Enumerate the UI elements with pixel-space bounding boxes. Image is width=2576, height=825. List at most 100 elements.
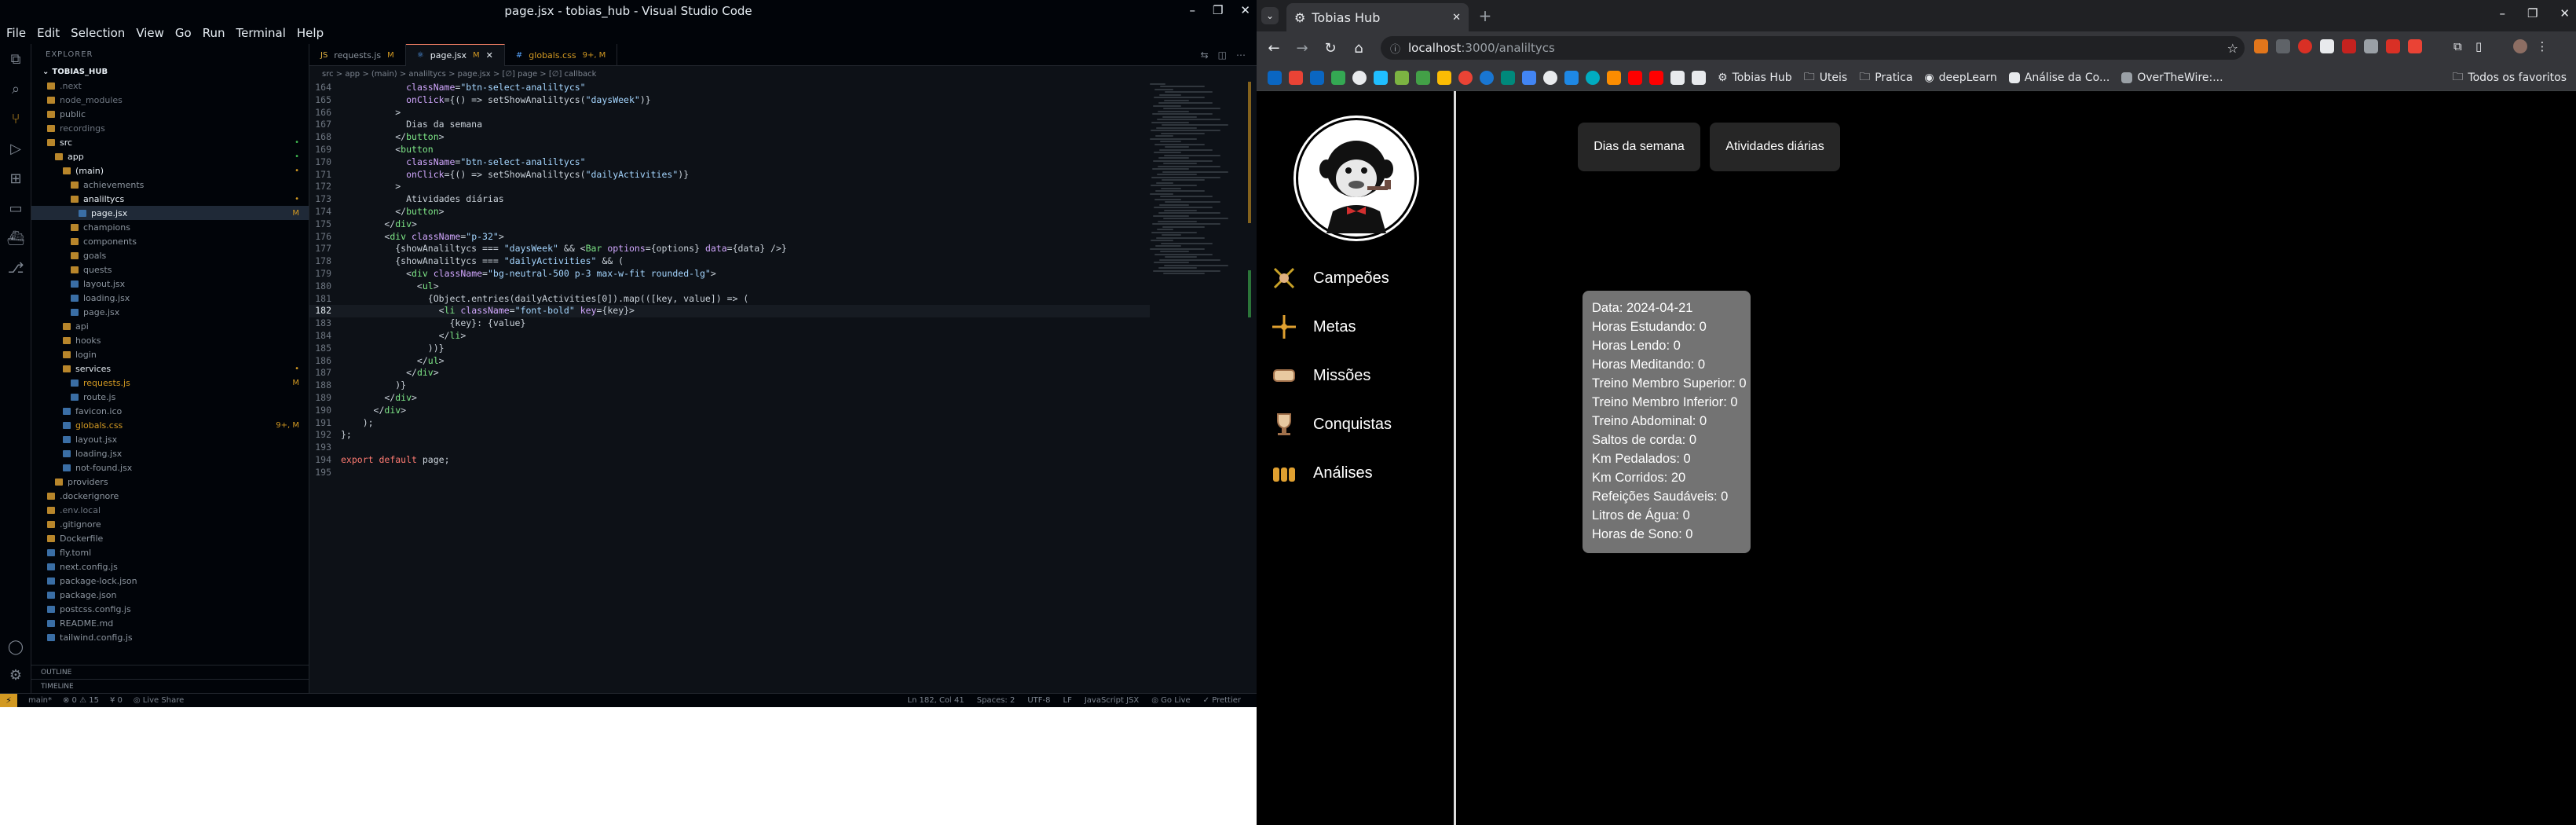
bookmark-icon[interactable] [1480,70,1494,85]
tree-item[interactable]: loading.jsx [31,291,309,305]
tree-item[interactable]: login [31,347,309,361]
code-line[interactable]: 193 [309,442,1150,454]
pdf-extension-icon[interactable] [2342,39,2356,53]
editor-scrollbar[interactable] [1245,82,1256,693]
menu-run[interactable]: Run [203,26,225,40]
tree-item[interactable]: not-found.jsx [31,460,309,475]
tree-item[interactable]: package.json [31,588,309,602]
code-line[interactable]: 178 {showAnaliltycs === "dailyActivities… [309,255,1150,268]
tree-item[interactable]: providers [31,475,309,489]
tree-item[interactable]: layout.jsx [31,432,309,446]
account-icon[interactable]: ◯ [0,632,31,662]
tree-item[interactable]: hooks [31,333,309,347]
bookmark-icon[interactable] [1437,70,1451,85]
bookmark-icon[interactable] [1607,70,1621,85]
tree-item[interactable]: .gitignore [31,517,309,531]
code-line[interactable]: 176 <div className="p-32"> [309,231,1150,244]
code-line[interactable]: 175 </div> [309,218,1150,231]
tree-item[interactable]: achievements [31,178,309,192]
close-icon[interactable]: ✕ [2560,6,2570,20]
reload-icon[interactable]: ↻ [1316,40,1345,57]
tree-item[interactable]: recordings [31,121,309,135]
days-of-week-button[interactable]: Dias da semana [1578,123,1700,171]
code-line[interactable]: 195 [309,467,1150,479]
code-line[interactable]: 169 <button [309,144,1150,156]
tree-item[interactable]: goals [31,248,309,262]
extension-icon[interactable] [2408,39,2422,53]
git-branch[interactable]: main* [28,696,52,705]
code-line[interactable]: 187 </div> [309,367,1150,380]
bookmark-gmail-icon[interactable] [1289,70,1303,85]
search-icon[interactable]: ⌕ [0,74,31,104]
code-line[interactable]: 166 > [309,107,1150,119]
nav-item-missoes[interactable]: Missões [1269,360,1370,391]
sidepanel-icon[interactable]: ▯ [2475,39,2490,53]
menu-selection[interactable]: Selection [71,26,125,40]
workspace-root[interactable]: ⌄ TOBIAS_HUB [31,64,309,79]
extensions-puzzle-icon[interactable]: ⧉ [2453,39,2468,53]
nav-item-campeoes[interactable]: Campeões [1269,262,1389,294]
tree-item[interactable]: tailwind.config.js [31,630,309,644]
breadcrumb[interactable]: src > app > (main) > analiltycs > page.j… [309,66,1257,82]
extension-icon[interactable] [2298,39,2312,53]
extension-icon[interactable] [2364,39,2378,53]
bookmark-icon[interactable] [1458,70,1473,85]
bookmark-icon[interactable] [1416,70,1430,85]
ports-count[interactable]: ¥ 0 [110,696,123,705]
tree-item[interactable]: Dockerfile [31,531,309,545]
code-line[interactable]: 164 className="btn-select-analiltycs" [309,82,1150,94]
tree-item[interactable]: page.jsx M [31,206,309,220]
bookmark-kaggle-icon[interactable] [1374,70,1388,85]
code-line[interactable]: 172 > [309,181,1150,193]
tree-item[interactable]: globals.css 9+, M [31,418,309,432]
source-control-icon[interactable]: ⑂ [0,104,31,134]
extension-icon[interactable] [2276,39,2290,53]
minimize-icon[interactable]: – [1189,3,1195,17]
code-line[interactable]: 190 </div> [309,405,1150,417]
bookmark-github-icon[interactable] [1352,70,1367,85]
tree-item[interactable]: quests [31,262,309,277]
bookmark-icon[interactable] [1628,70,1642,85]
bookmark-icon[interactable] [1543,70,1557,85]
cursor-position[interactable]: Ln 182, Col 41 [907,696,964,705]
code-line[interactable]: 182 <li className="font-bold" key={key}> [309,305,1150,318]
docker-icon[interactable]: ⛴ [0,223,31,253]
bookmark-linkedin-icon[interactable] [1310,70,1324,85]
git-graph-icon[interactable]: ⎇ [0,253,31,283]
bookmark-icon[interactable] [1564,70,1579,85]
extension-icon[interactable] [2320,39,2334,53]
tree-item[interactable]: src • [31,135,309,149]
indentation[interactable]: Spaces: 2 [977,696,1015,705]
tab-requests-js[interactable]: JS requests.js M [309,44,406,66]
code-line[interactable]: 165 onClick={() => setShowAnaliltycs("da… [309,94,1150,107]
browser-tab[interactable]: ⚙ Tobias Hub ✕ [1286,3,1469,31]
menu-terminal[interactable]: Terminal [236,26,286,40]
extension-icon[interactable] [2386,39,2400,53]
settings-gear-icon[interactable]: ⚙ [0,660,31,690]
menu-go[interactable]: Go [175,26,192,40]
minimap[interactable] [1150,82,1236,380]
close-icon[interactable]: ✕ [1240,3,1250,17]
tree-item[interactable]: page.jsx [31,305,309,319]
logo[interactable] [1296,118,1417,239]
profile-avatar[interactable] [2513,39,2527,53]
split-editor-icon[interactable]: ◫ [1218,50,1227,60]
live-share-button[interactable]: ◎ Live Share [134,696,184,705]
address-bar[interactable]: ⓘ localhost:3000/analiltycs ☆ [1381,36,2245,60]
tree-item[interactable]: components [31,234,309,248]
menu-view[interactable]: View [136,26,164,40]
chrome-menu-icon[interactable]: ⋮ [2535,39,2549,53]
nav-item-metas[interactable]: Metas [1269,311,1356,343]
tree-item[interactable]: .next [31,79,309,93]
code-line[interactable]: 180 <ul> [309,280,1150,293]
tree-item[interactable]: route.js [31,390,309,404]
home-icon[interactable]: ⌂ [1345,40,1373,57]
tree-item[interactable]: fly.toml [31,545,309,559]
code-line[interactable]: 177 {showAnaliltycs === "daysWeek" && <B… [309,243,1150,255]
daily-activities-button[interactable]: Atividades diárias [1710,123,1840,171]
bookmark-icon[interactable] [1501,70,1515,85]
menu-edit[interactable]: Edit [37,26,60,40]
prettier-status[interactable]: ✓ Prettier [1203,696,1241,705]
code-line[interactable]: 184 </li> [309,330,1150,343]
extensions-icon[interactable]: ⊞ [0,163,31,193]
